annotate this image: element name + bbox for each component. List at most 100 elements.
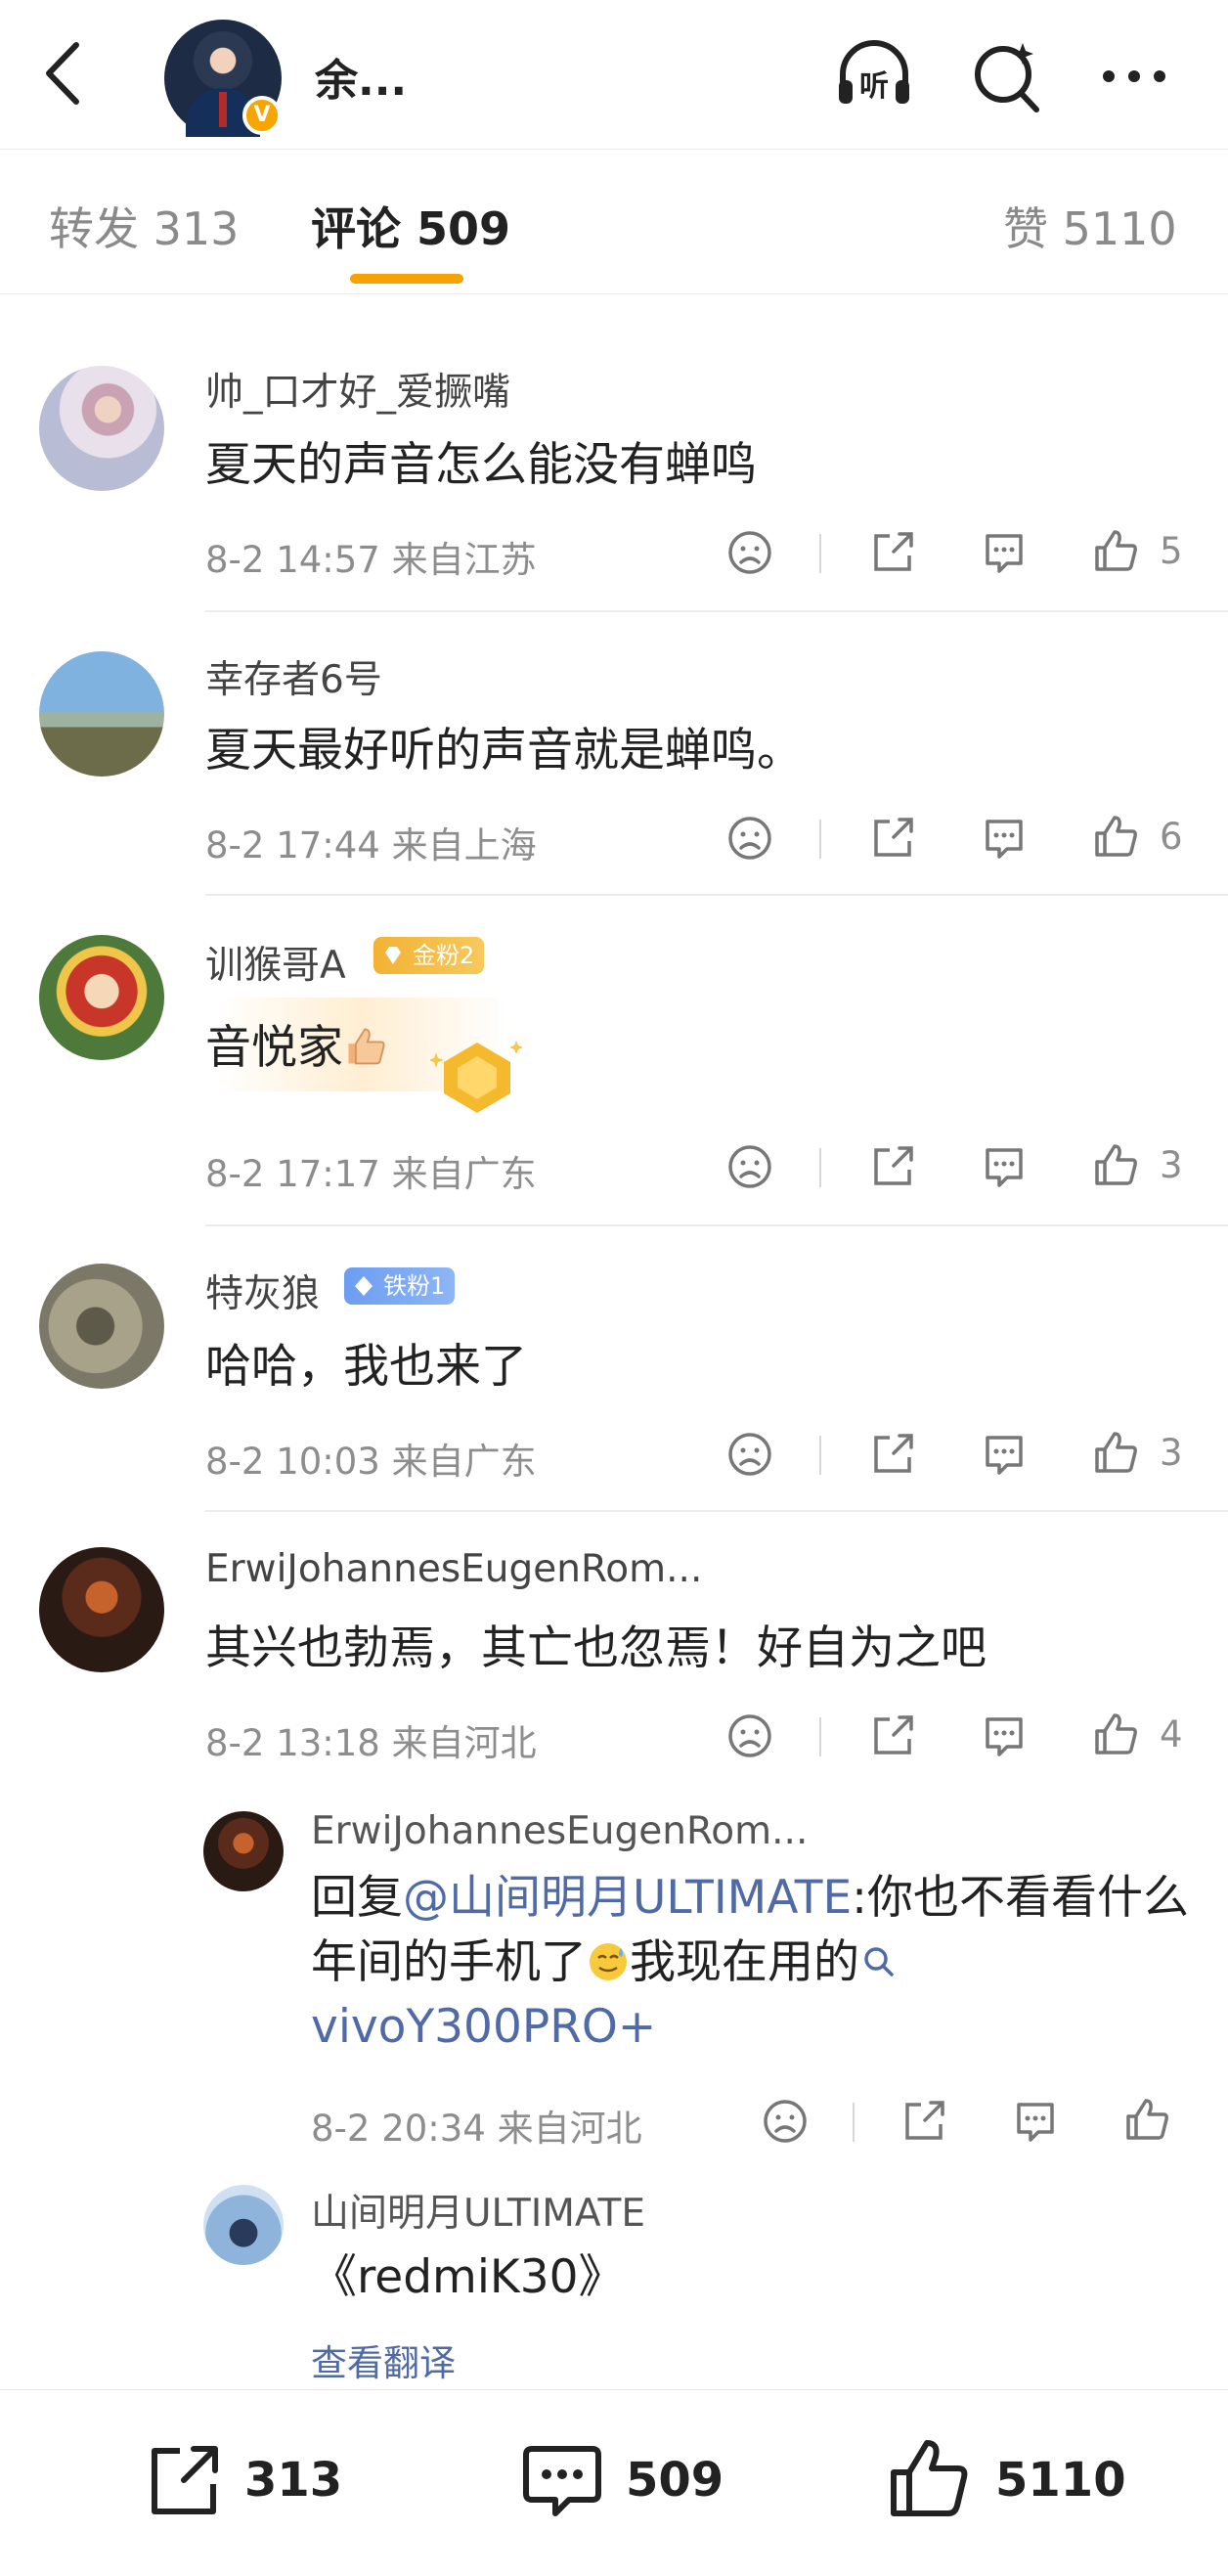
thumbs-up-emoji-icon — [343, 1024, 388, 1069]
listen-icon[interactable]: 听 — [833, 35, 915, 117]
tab-reposts[interactable]: 转发 313 — [49, 194, 239, 258]
comment-meta: 8-2 17:17 来自广东 — [205, 1153, 537, 1195]
gem-icon — [355, 1276, 373, 1296]
reply-meta: 8-2 20:34 来自河北 — [311, 2108, 642, 2150]
translate-link[interactable]: 查看翻译 — [311, 2333, 456, 2386]
more-icon[interactable] — [1093, 35, 1175, 117]
comment-divider — [205, 1224, 1228, 1226]
comment-text: 夏天最好听的声音就是蝉鸣。 — [205, 724, 803, 777]
reply-text: 《redmiK30》 — [311, 2250, 625, 2304]
replier-avatar[interactable] — [203, 2185, 284, 2265]
comment-meta: 8-2 14:57 来自江苏 — [205, 539, 537, 581]
avatar-tie — [219, 92, 227, 127]
like-icon[interactable] — [1091, 1140, 1140, 1189]
commenter-name[interactable]: 特灰狼 — [205, 1264, 320, 1318]
dislike-icon[interactable] — [761, 2097, 810, 2146]
commenter-avatar[interactable] — [39, 1547, 164, 1672]
like-count: 3 — [1160, 1432, 1183, 1474]
dislike-icon[interactable] — [725, 1711, 774, 1760]
gem-icon — [385, 947, 401, 964]
dislike-icon[interactable] — [725, 1430, 774, 1479]
comment-icon — [523, 2446, 601, 2516]
like-icon[interactable] — [1091, 1428, 1140, 1477]
action-separator — [819, 1148, 821, 1187]
commenter-avatar[interactable] — [39, 651, 164, 777]
reply-icon[interactable] — [980, 1142, 1029, 1191]
verified-badge: V — [242, 96, 282, 135]
repost-icon — [152, 2446, 218, 2514]
repost-count: 313 — [244, 2453, 343, 2508]
like-icon — [891, 2440, 968, 2516]
replier-name[interactable]: ErwiJohannesEugenRom... — [311, 1809, 808, 1853]
author-name[interactable]: 余... — [315, 45, 407, 108]
action-separator — [819, 820, 821, 859]
sweat-smile-emoji-icon — [587, 1936, 630, 1980]
bottom-repost-button[interactable]: 313 — [143, 2435, 358, 2523]
tab-likes[interactable]: 赞 5110 — [1003, 194, 1177, 258]
back-icon[interactable] — [39, 39, 88, 108]
like-count-total: 5110 — [995, 2453, 1126, 2508]
search-link[interactable]: vivoY300PRO+ — [311, 2000, 656, 2054]
action-separator — [819, 1436, 821, 1475]
bottom-action-bar: 313 509 5110 — [0, 2389, 1228, 2576]
dislike-icon[interactable] — [725, 1142, 774, 1191]
tab-comments[interactable]: 评论 509 — [311, 194, 510, 258]
bottom-comment-button[interactable]: 509 — [520, 2435, 735, 2523]
share-icon[interactable] — [868, 1711, 917, 1760]
commenter-name[interactable]: 训猴哥A — [205, 935, 346, 990]
bottom-like-button[interactable]: 5110 — [886, 2435, 1160, 2523]
listen-label: 听 — [859, 69, 889, 104]
like-icon[interactable] — [1091, 812, 1140, 861]
share-icon[interactable] — [868, 814, 917, 863]
replier-avatar[interactable] — [203, 1811, 284, 1891]
like-icon[interactable] — [1091, 526, 1140, 575]
like-count: 3 — [1160, 1144, 1183, 1186]
commenter-name[interactable]: 幸存者6号 — [205, 649, 382, 704]
commenter-avatar[interactable] — [39, 366, 164, 491]
comment-text: 夏天的声音怎么能没有蝉鸣 — [205, 438, 757, 492]
comment-meta: 8-2 10:03 来自广东 — [205, 1441, 537, 1483]
commenter-avatar[interactable] — [39, 935, 164, 1060]
tab-active-indicator — [350, 274, 463, 284]
gold-badge-icon — [430, 1041, 523, 1113]
comment-text: 哈哈，我也来了 — [205, 1340, 527, 1394]
like-icon[interactable] — [1122, 2095, 1171, 2144]
comment-count: 509 — [626, 2453, 724, 2508]
comment-text: 其兴也勃焉，其亡也忽焉！好自为之吧 — [205, 1621, 987, 1675]
top-bar: V 余... 听 — [0, 0, 1228, 150]
comment-divider — [205, 894, 1228, 896]
dislike-icon[interactable] — [725, 814, 774, 863]
comment-divider — [205, 1510, 1228, 1512]
reply-icon[interactable] — [980, 814, 1029, 863]
replier-name[interactable]: 山间明月ULTIMATE — [311, 2183, 645, 2238]
reply-icon[interactable] — [1011, 2097, 1060, 2146]
fan-badge-label: 金粉2 — [413, 942, 475, 969]
like-icon[interactable] — [1091, 1710, 1140, 1758]
comment-divider — [205, 610, 1228, 612]
reply-text: 回复@山间明月ULTIMATE:你也不看看什么年间的手机了 我现在用的vivoY3… — [311, 1866, 1191, 2060]
fan-badge-label: 铁粉1 — [383, 1272, 446, 1300]
search-link-icon[interactable] — [859, 1934, 899, 1976]
reply-icon[interactable] — [980, 1430, 1029, 1479]
fan-badge-iron: 铁粉1 — [344, 1267, 456, 1305]
commenter-avatar[interactable] — [39, 1264, 164, 1389]
share-icon[interactable] — [868, 1430, 917, 1479]
dislike-icon[interactable] — [725, 528, 774, 577]
commenter-name[interactable]: 帅_口才好_爱撅嘴 — [205, 362, 510, 417]
reply-icon[interactable] — [980, 1711, 1029, 1760]
commenter-name[interactable]: ErwiJohannesEugenRom... — [205, 1547, 702, 1591]
mention-link[interactable]: @山间明月ULTIMATE — [403, 1871, 852, 1925]
ai-search-icon[interactable] — [966, 35, 1048, 117]
action-separator — [819, 1717, 821, 1756]
comment-meta: 8-2 13:18 来自河北 — [205, 1722, 537, 1764]
like-count: 4 — [1160, 1713, 1183, 1755]
share-icon[interactable] — [899, 2097, 948, 2146]
like-count: 5 — [1160, 530, 1183, 572]
share-icon[interactable] — [868, 1142, 917, 1191]
action-separator — [853, 2103, 855, 2142]
fan-badge-gold: 金粉2 — [373, 937, 485, 974]
share-icon[interactable] — [868, 528, 917, 577]
post-tabs: 转发 313 评论 509 赞 5110 — [0, 149, 1228, 294]
reply-prefix: 回复 — [311, 1871, 403, 1925]
reply-icon[interactable] — [980, 528, 1029, 577]
